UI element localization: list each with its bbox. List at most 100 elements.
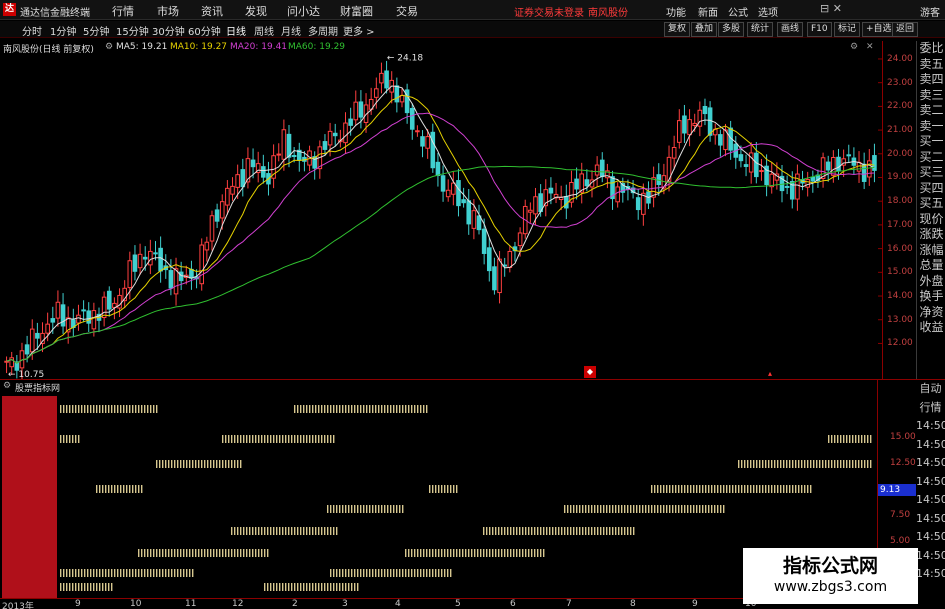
indicator-bar xyxy=(693,505,695,513)
indicator-bar xyxy=(96,583,98,591)
indicator-bar xyxy=(204,549,206,557)
candle xyxy=(784,185,790,188)
indicator-bar xyxy=(399,569,401,577)
stats-button[interactable]: 统计 xyxy=(747,22,774,37)
indicator-bar xyxy=(492,527,494,535)
period-multi[interactable]: 多周期 xyxy=(308,23,338,38)
period-60min[interactable]: 60分钟 xyxy=(188,23,221,38)
indicator-bar xyxy=(60,569,62,577)
indicator-bar xyxy=(66,569,68,577)
trade-time: 14:50 xyxy=(916,511,945,525)
indicator-bar xyxy=(846,460,848,468)
multi-stock-button[interactable]: 多股 xyxy=(718,22,745,37)
indicator-bar xyxy=(330,583,332,591)
candle xyxy=(615,186,620,203)
stock-link[interactable]: 南风股份 xyxy=(588,4,628,19)
indicator-bar xyxy=(606,527,608,535)
indicator-bar xyxy=(228,435,230,443)
indicator-bar xyxy=(576,505,578,513)
indicator-bar xyxy=(363,505,365,513)
candle xyxy=(379,72,384,84)
indicator-bar xyxy=(300,583,302,591)
menu-trade[interactable]: 交易 xyxy=(396,3,418,19)
menu-xiaoda[interactable]: 问小达 xyxy=(287,3,320,19)
indicator-bar xyxy=(717,505,719,513)
event-marker-icon[interactable]: ▴ xyxy=(768,369,776,378)
menu-new-page[interactable]: 新面 xyxy=(698,4,718,19)
indicator-bar xyxy=(309,435,311,443)
indicator-bar xyxy=(429,569,431,577)
indicator-bar xyxy=(522,549,524,557)
indicator-bar xyxy=(846,435,848,443)
adjust-button[interactable]: 复权 xyxy=(664,22,691,37)
indicator-bar xyxy=(264,549,266,557)
indicator-bar xyxy=(672,485,674,493)
date-label: 7 xyxy=(566,599,572,609)
window-controls-icon[interactable]: ⊟ ✕ xyxy=(820,2,842,15)
period-5min[interactable]: 5分钟 xyxy=(83,23,109,38)
watermark-url: www.zbgs3.com xyxy=(773,579,888,595)
indicator-bar xyxy=(687,505,689,513)
event-marker-icon[interactable]: ◆ xyxy=(584,366,596,378)
menu-news[interactable]: 资讯 xyxy=(201,3,223,19)
indicator-bar xyxy=(615,527,617,535)
indicator-bar xyxy=(147,549,149,557)
indicator-bar xyxy=(243,435,245,443)
menu-market[interactable]: 市场 xyxy=(157,3,179,19)
indicator-bar xyxy=(186,460,188,468)
indicator-bar xyxy=(159,569,161,577)
candle xyxy=(24,344,30,355)
indicator-bar xyxy=(156,549,158,557)
indicator-bar xyxy=(813,460,815,468)
period-daily[interactable]: 日线 xyxy=(226,23,246,38)
indicator-bar xyxy=(420,549,422,557)
period-intraday[interactable]: 分时 xyxy=(22,23,42,38)
candle xyxy=(209,215,215,242)
candle xyxy=(45,323,50,334)
period-30min[interactable]: 30分钟 xyxy=(152,23,185,38)
candle xyxy=(225,187,230,206)
indicator-bar xyxy=(396,505,398,513)
indicator-bar xyxy=(495,527,497,535)
kline-chart[interactable]: ← 24.18 ← 10.75 xyxy=(0,40,882,379)
candle xyxy=(558,196,564,200)
draw-button[interactable]: 画线 xyxy=(777,22,804,37)
add-favorite-button[interactable]: +自选 xyxy=(862,22,896,37)
indicator-bar xyxy=(483,527,485,535)
menu-formula[interactable]: 公式 xyxy=(728,4,748,19)
back-button[interactable]: 返回 xyxy=(892,22,919,37)
user-label[interactable]: 游客 xyxy=(920,4,940,19)
candle xyxy=(158,247,163,272)
trade-time: 14:50 xyxy=(916,474,945,488)
indicator-bar xyxy=(123,405,125,413)
period-more[interactable]: 更多 > xyxy=(343,23,375,38)
indicator-bar xyxy=(453,549,455,557)
f10-button[interactable]: F10 xyxy=(807,22,832,37)
mark-button[interactable]: 标记 xyxy=(834,22,861,37)
indicator-bar xyxy=(189,569,191,577)
indicator-bar xyxy=(627,505,629,513)
settings-gear-icon[interactable]: ⚙ xyxy=(3,381,11,391)
menu-quotes[interactable]: 行情 xyxy=(112,3,134,19)
indicator-bar xyxy=(834,460,836,468)
indicator-bar xyxy=(669,485,671,493)
indicator-bar xyxy=(381,405,383,413)
app-logo-icon: 达 xyxy=(3,3,16,16)
indicator-bar xyxy=(390,569,392,577)
menu-options[interactable]: 选项 xyxy=(758,4,778,19)
menu-function[interactable]: 功能 xyxy=(666,4,686,19)
indicator-bar xyxy=(651,505,653,513)
overlay-button[interactable]: 叠加 xyxy=(691,22,718,37)
title-bar: 达 通达信金融终端 行情 市场 资讯 发现 问小达 财富圈 交易 证券交易未登录… xyxy=(0,0,945,20)
indicator-bar xyxy=(741,460,743,468)
period-1min[interactable]: 1分钟 xyxy=(50,23,76,38)
login-notice[interactable]: 证券交易未登录 xyxy=(514,4,584,19)
period-weekly[interactable]: 周线 xyxy=(254,23,274,38)
menu-wealth[interactable]: 财富圈 xyxy=(340,3,373,19)
indicator-bar xyxy=(141,485,143,493)
indicator-bar xyxy=(510,549,512,557)
menu-discover[interactable]: 发现 xyxy=(245,3,267,19)
period-monthly[interactable]: 月线 xyxy=(281,23,301,38)
period-15min[interactable]: 15分钟 xyxy=(116,23,149,38)
indicator-bar xyxy=(636,505,638,513)
